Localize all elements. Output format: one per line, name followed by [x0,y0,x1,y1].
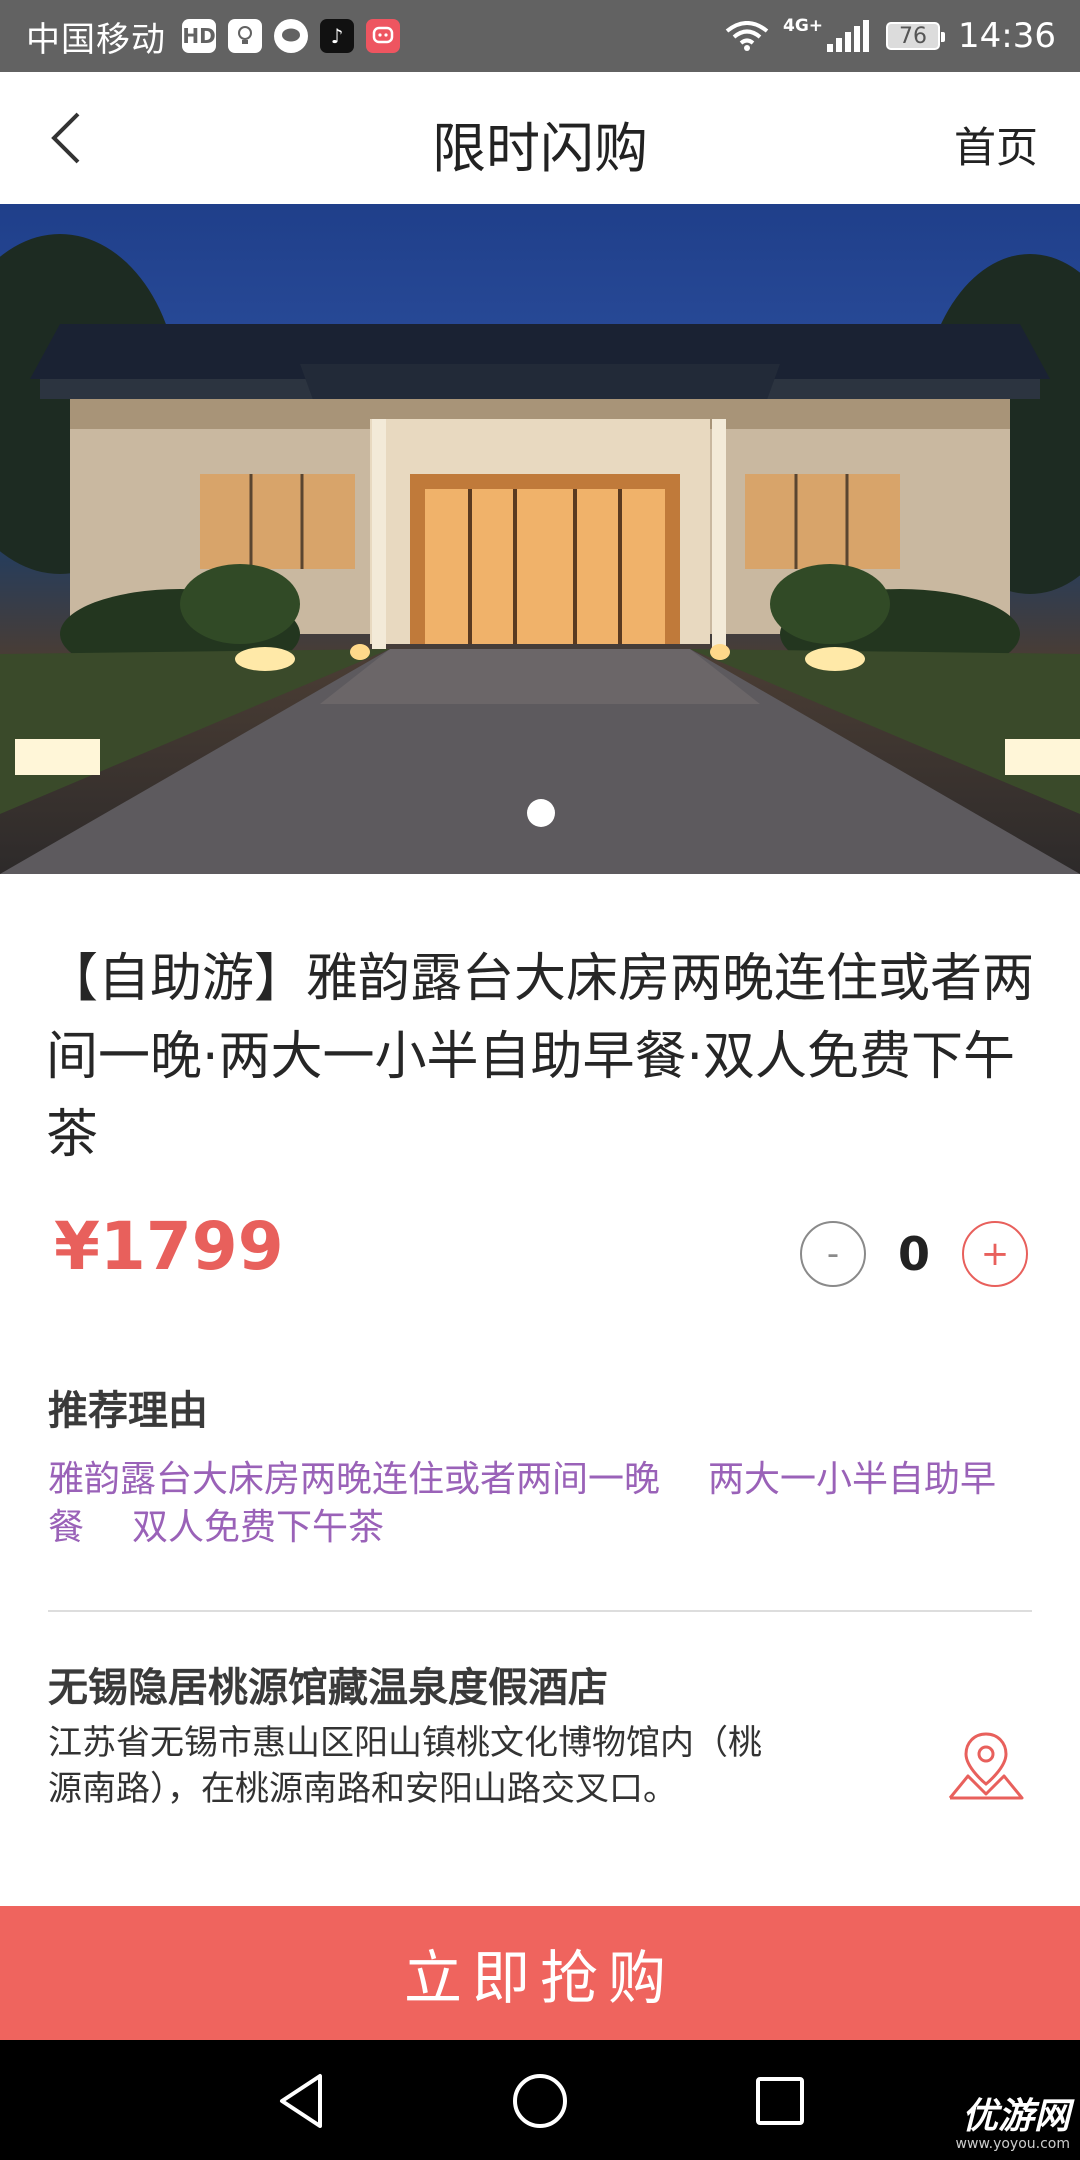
battery-icon: 76 [886,22,946,50]
system-nav-bar: 优游网 www.yoyou.com [0,2040,1080,2160]
hotel-name: 无锡隐居桃源馆藏温泉度假酒店 [48,1665,608,1711]
carousel-dot-active[interactable] [527,799,555,827]
chat-bubble-icon [274,19,308,53]
clock: 14:36 [958,16,1056,56]
hero-carousel[interactable] [0,204,1080,874]
hotel-photo [0,234,1080,874]
map-pin-icon[interactable] [946,1726,1026,1802]
product-price: ¥1799 [54,1208,284,1285]
network-type-label: 4G+ [782,16,824,36]
status-right: 4G+ 76 14:36 [725,10,1056,62]
status-bar: 中国移动 HD ♪ 4G+ 76 14:36 [0,0,1080,72]
tiktok-icon: ♪ [320,19,354,53]
watermark-url: www.yoyou.com [955,2136,1070,2152]
recommend-reasons: 雅韵露台大床房两晚连住或者两间一晚 两大一小半自助早餐 双人免费下午茶 [48,1456,1028,1552]
increase-quantity-button[interactable]: + [962,1221,1028,1287]
back-triangle-icon[interactable] [268,2066,338,2136]
recent-apps-icon[interactable] [745,2066,815,2136]
status-left: 中国移动 HD ♪ [26,10,412,62]
home-circle-icon[interactable] [505,2066,575,2136]
hd-icon: HD [182,19,216,53]
app-notification-icon [366,19,400,53]
lightbulb-icon [228,19,262,53]
watermark-logo: 优游网 [961,2096,1070,2137]
divider [48,1610,1032,1612]
signal-icon [827,20,872,52]
watermark: 优游网 www.yoyou.com [955,2096,1070,2153]
page-title: 限时闪购 [432,117,648,180]
quantity-value: 0 [897,1227,930,1281]
home-link[interactable]: 首页 [954,114,1038,175]
reason-item: 双人免费下午茶 [132,1507,385,1548]
buy-now-button[interactable]: 立即抢购 [0,1906,1080,2040]
reason-item: 雅韵露台大床房两晚连住或者两间一晚 [48,1459,661,1500]
product-title: 【自助游】雅韵露台大床房两晚连住或者两间一晚·两大一小半自助早餐·双人免费下午茶 [46,949,1035,1165]
app-header: 限时闪购 首页 [0,72,1080,205]
wifi-icon [725,21,769,51]
hotel-address: 江苏省无锡市惠山区阳山镇桃文化博物馆内（桃源南路），在桃源南路和安阳山路交叉口。 [48,1723,762,1809]
carrier-label: 中国移动 [26,19,166,60]
quantity-stepper: - 0 + [800,1218,1028,1290]
decrease-quantity-button[interactable]: - [800,1221,866,1287]
recommend-heading: 推荐理由 [48,1388,208,1434]
battery-level: 76 [899,23,928,49]
